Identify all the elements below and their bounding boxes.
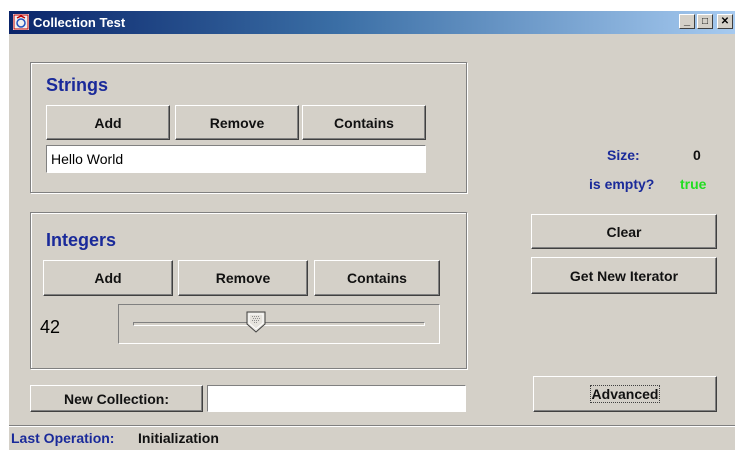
close-button[interactable]: ✕	[717, 14, 733, 29]
size-value: 0	[693, 147, 701, 163]
window-title: Collection Test	[33, 15, 126, 30]
is-empty-label: is empty?	[589, 176, 655, 192]
get-new-iterator-button[interactable]: Get New Iterator	[531, 257, 717, 294]
clear-button[interactable]: Clear	[531, 214, 717, 249]
new-collection-input[interactable]	[207, 385, 466, 412]
close-icon: ✕	[720, 16, 730, 27]
strings-group-title: Strings	[46, 75, 109, 95]
title-bar[interactable]: Collection Test _ □ ✕	[9, 11, 735, 34]
app-window: Collection Test _ □ ✕ Strings Add Remove…	[9, 11, 735, 450]
status-value: Initialization	[138, 430, 219, 446]
advanced-button[interactable]: Advanced	[533, 376, 717, 412]
integers-remove-button[interactable]: Remove	[178, 260, 308, 296]
strings-remove-button[interactable]: Remove	[175, 105, 299, 140]
minimize-button[interactable]: _	[679, 14, 695, 29]
maximize-button[interactable]: □	[697, 14, 713, 29]
slider-track[interactable]	[133, 322, 425, 326]
status-label: Last Operation:	[11, 430, 115, 446]
integers-contains-button[interactable]: Contains	[314, 260, 440, 296]
strings-input[interactable]	[46, 145, 426, 173]
integer-slider[interactable]	[118, 304, 440, 344]
slider-thumb-icon[interactable]	[246, 311, 266, 333]
app-icon	[13, 14, 29, 30]
strings-contains-button[interactable]: Contains	[302, 105, 426, 140]
advanced-label: Advanced	[589, 385, 661, 403]
status-bar: Last Operation: Initialization	[9, 425, 735, 450]
size-label: Size:	[607, 147, 640, 163]
integers-add-button[interactable]: Add	[43, 260, 173, 296]
maximize-icon: □	[701, 16, 709, 27]
integer-value-display: 42	[40, 317, 61, 337]
is-empty-value: true	[680, 176, 707, 192]
integers-group-title: Integers	[46, 230, 117, 250]
strings-add-button[interactable]: Add	[46, 105, 170, 140]
minimize-icon: _	[683, 15, 691, 27]
new-collection-button[interactable]: New Collection:	[30, 385, 203, 412]
